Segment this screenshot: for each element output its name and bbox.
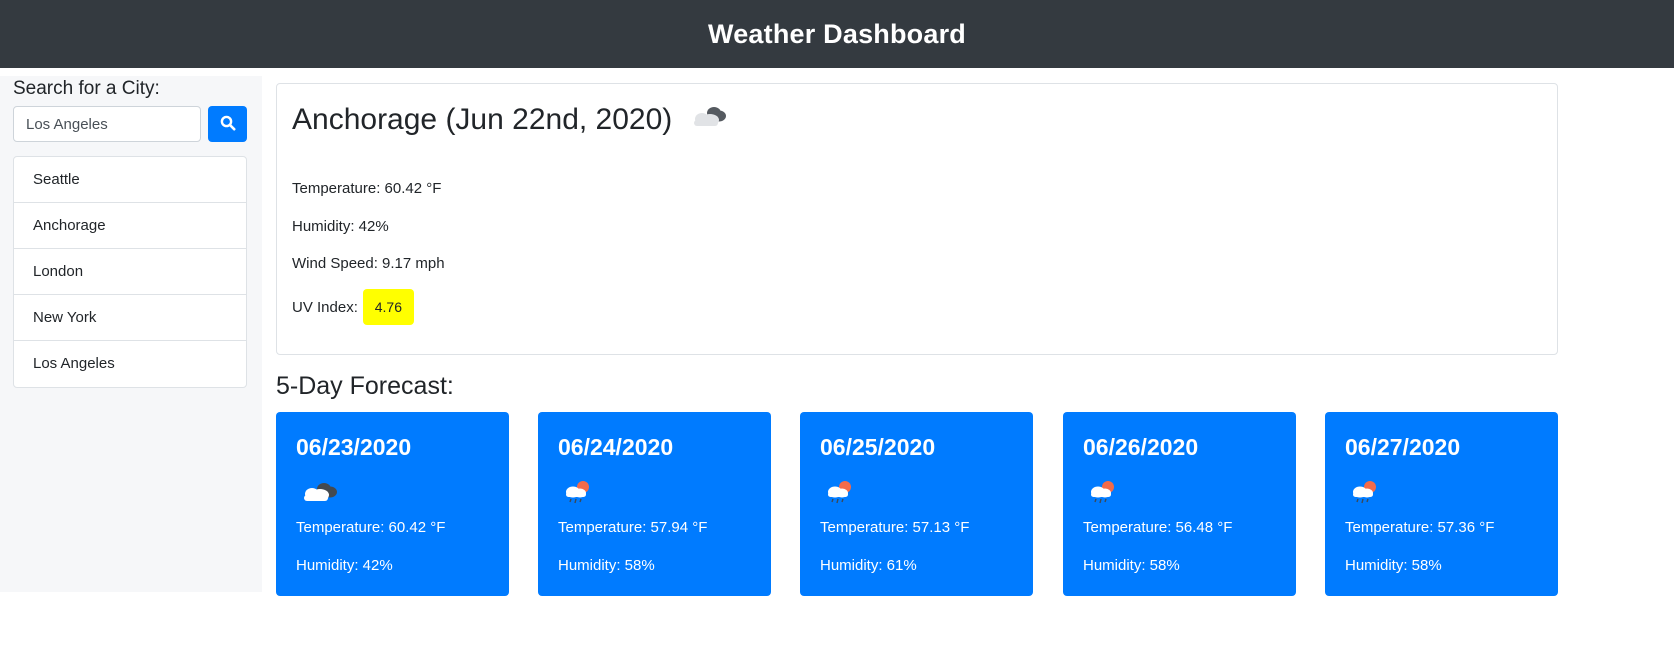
current-temperature: Temperature: 60.42 °F [292, 180, 442, 197]
page-title: Weather Dashboard [708, 18, 966, 49]
forecast-date: 06/26/2020 [1083, 434, 1199, 460]
rain-sun-icon [824, 479, 854, 510]
current-weather-card: Anchorage (Jun 22nd, 2020) Temperature: … [276, 83, 1558, 355]
current-city-title: Anchorage (Jun 22nd, 2020) [292, 103, 673, 136]
forecast-temperature: Temperature: 56.48 °F [1083, 519, 1233, 536]
forecast-humidity: Humidity: 58% [558, 557, 655, 574]
uv-index-label: UV Index: [292, 298, 358, 316]
forecast-temperature: Temperature: 60.42 °F [296, 519, 446, 536]
current-wind-speed: Wind Speed: 9.17 mph [292, 255, 445, 272]
forecast-heading: 5-Day Forecast: [276, 372, 454, 400]
city-item-new-york[interactable]: New York [14, 295, 246, 341]
city-item-anchorage[interactable]: Anchorage [14, 203, 246, 249]
forecast-date: 06/24/2020 [558, 434, 674, 460]
forecast-temperature: Temperature: 57.36 °F [1345, 519, 1495, 536]
rain-sun-icon [562, 479, 592, 510]
forecast-card: 06/27/2020 Temperature: 57.36 °F Humidit… [1325, 412, 1558, 596]
search-icon [220, 115, 236, 134]
forecast-card: 06/26/2020 Temperature: 56.48 °F Humidit… [1063, 412, 1296, 596]
search-input[interactable] [13, 106, 201, 142]
city-item-london[interactable]: London [14, 249, 246, 295]
forecast-date: 06/23/2020 [296, 434, 412, 460]
broken-clouds-icon [300, 479, 338, 510]
rain-sun-icon [1349, 479, 1379, 510]
forecast-card: 06/25/2020 Temperature: 57.13 °F Humidit… [800, 412, 1033, 596]
uv-index-row: UV Index: 4.76 [292, 289, 414, 325]
rain-sun-icon [1087, 479, 1117, 510]
forecast-card: 06/23/2020 Temperature: 60.42 °F Humidit… [276, 412, 509, 596]
city-history-list: Seattle Anchorage London New York Los An… [13, 156, 247, 388]
broken-clouds-icon [688, 102, 728, 138]
forecast-humidity: Humidity: 58% [1345, 557, 1442, 574]
search-button[interactable] [208, 106, 247, 142]
uv-index-badge: 4.76 [362, 289, 414, 325]
forecast-temperature: Temperature: 57.13 °F [820, 519, 970, 536]
forecast-card: 06/24/2020 Temperature: 57.94 °F Humidit… [538, 412, 771, 596]
search-label: Search for a City: [13, 78, 160, 99]
header-bar: Weather Dashboard [0, 0, 1674, 68]
forecast-humidity: Humidity: 61% [820, 557, 917, 574]
current-humidity: Humidity: 42% [292, 218, 389, 235]
forecast-humidity: Humidity: 42% [296, 557, 393, 574]
city-item-seattle[interactable]: Seattle [14, 157, 246, 203]
forecast-humidity: Humidity: 58% [1083, 557, 1180, 574]
city-item-los-angeles[interactable]: Los Angeles [14, 341, 246, 387]
forecast-date: 06/25/2020 [820, 434, 936, 460]
forecast-date: 06/27/2020 [1345, 434, 1461, 460]
forecast-temperature: Temperature: 57.94 °F [558, 519, 708, 536]
